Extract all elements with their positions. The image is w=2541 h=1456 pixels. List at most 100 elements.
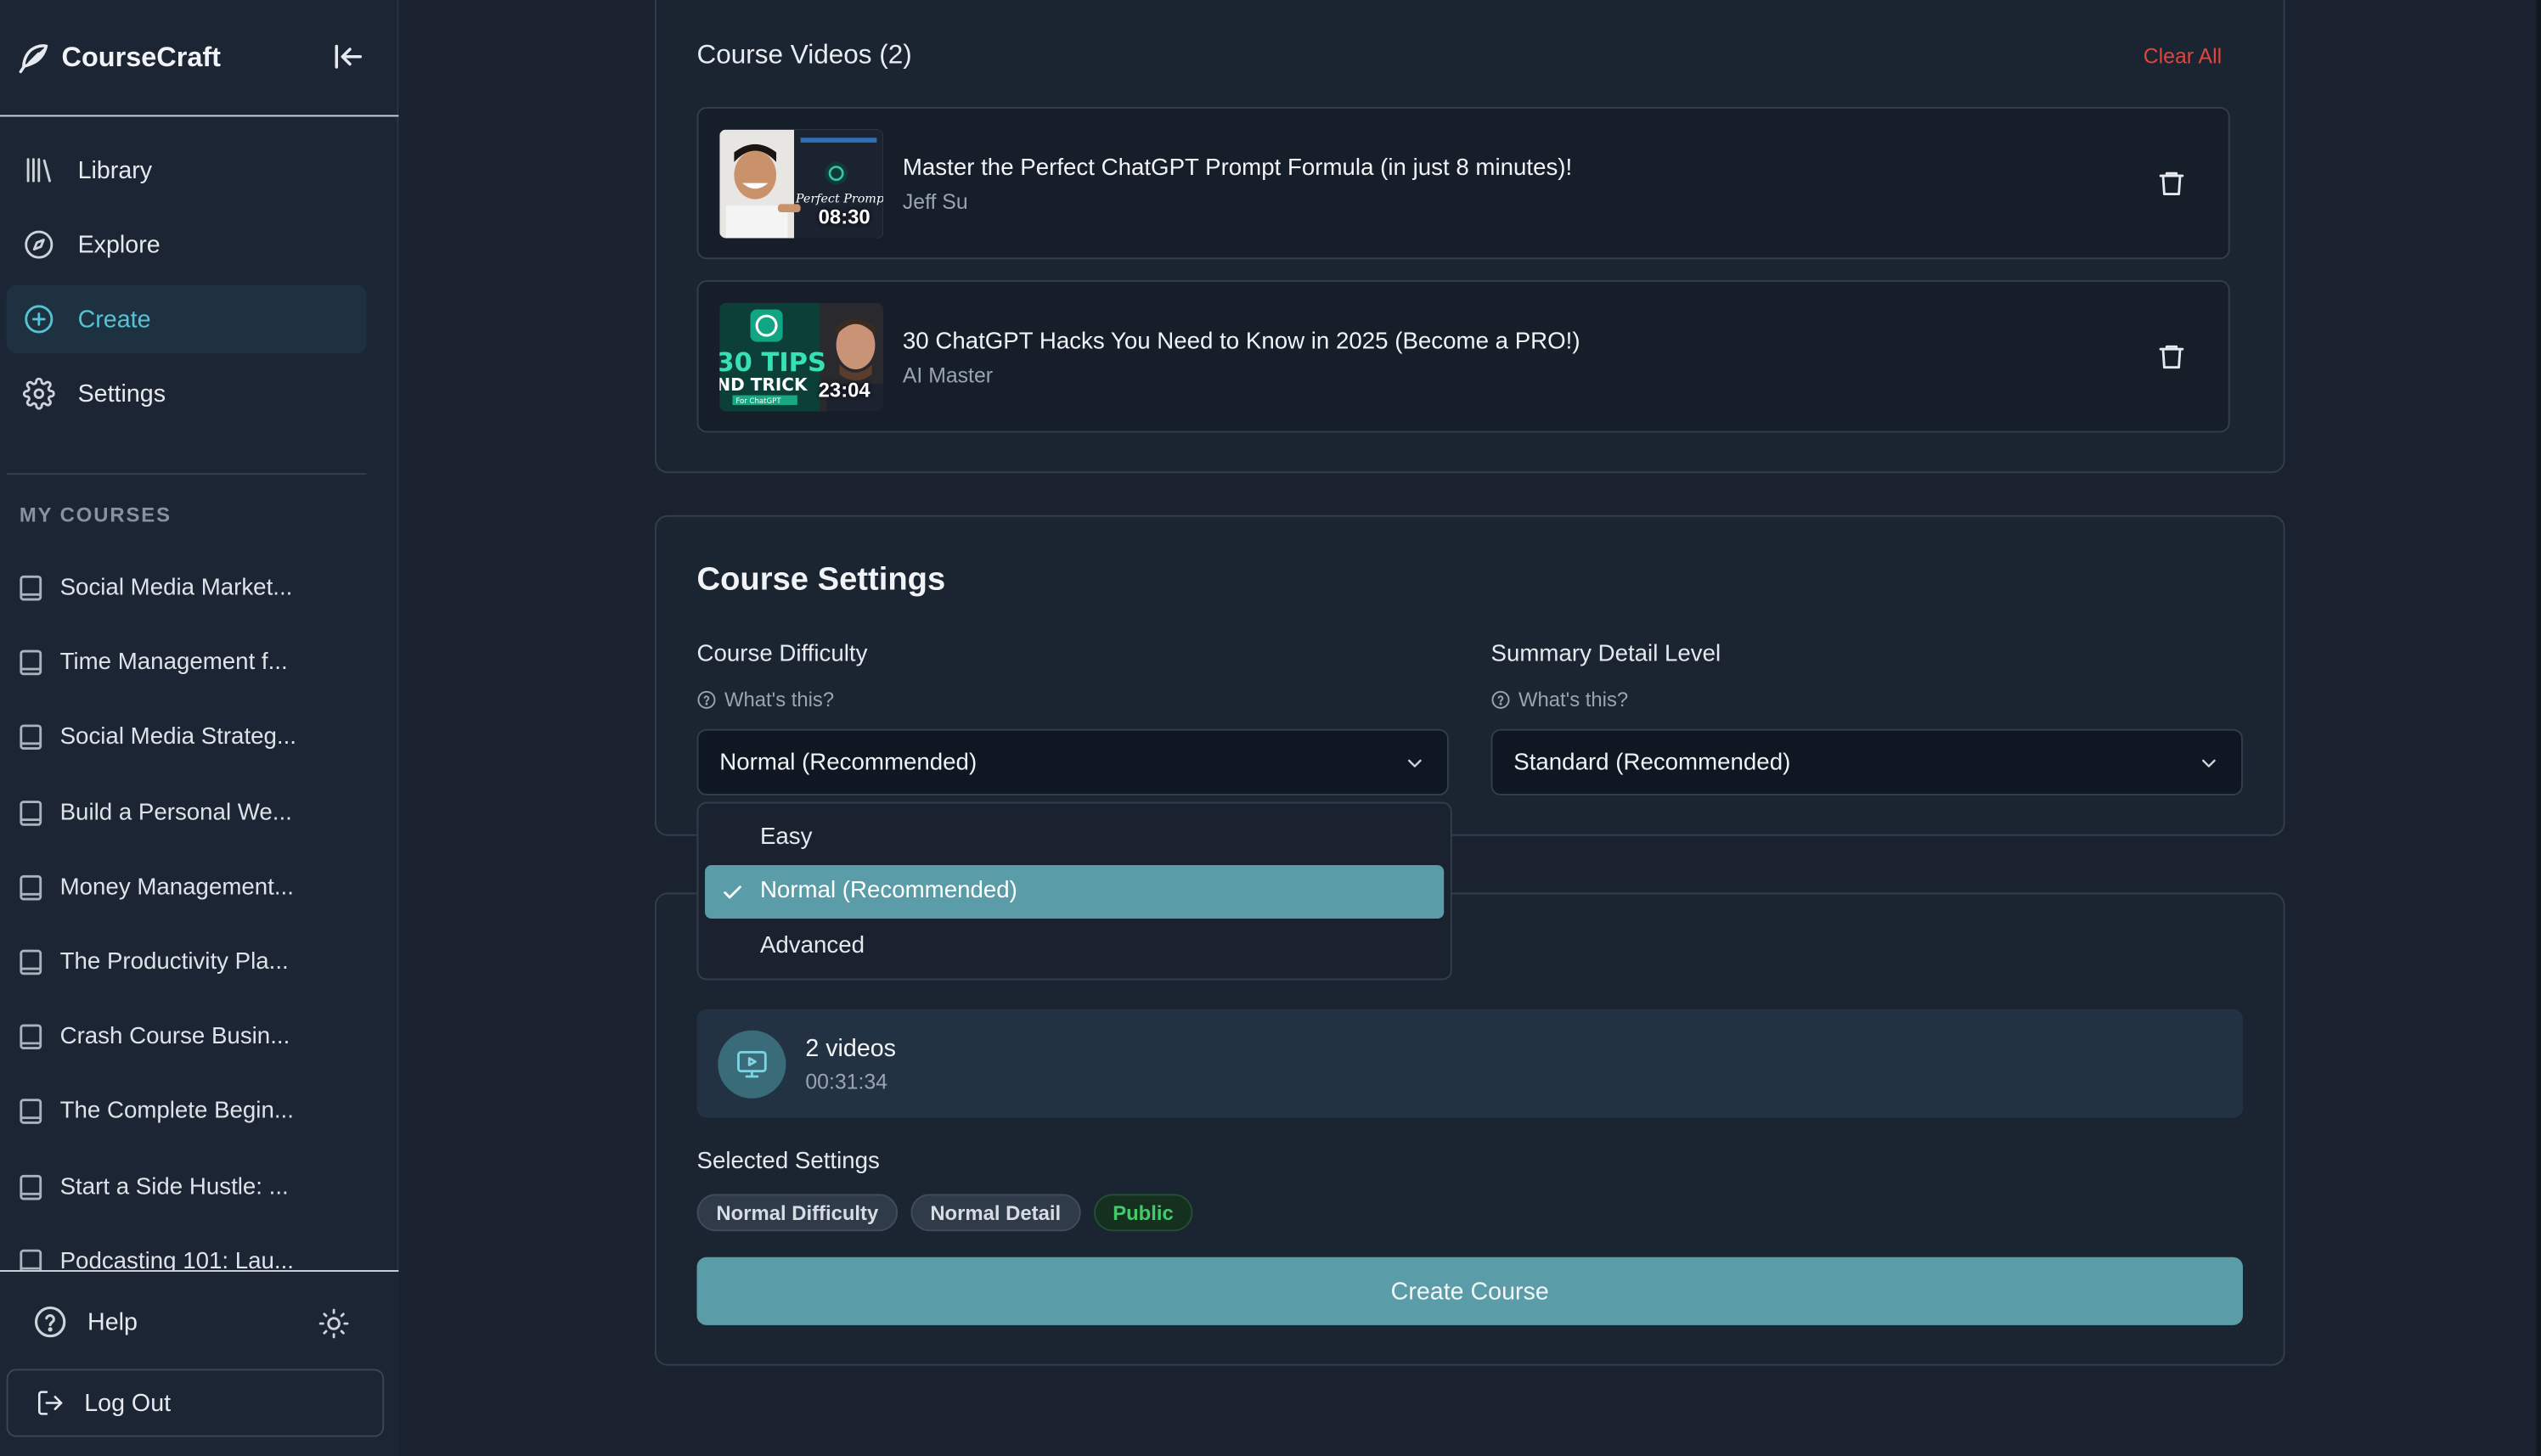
difficulty-help-link[interactable]: What's this?	[697, 688, 835, 711]
clear-all-button[interactable]: Clear All	[2144, 44, 2222, 69]
help-link[interactable]: Help	[32, 1304, 138, 1340]
difficulty-dropdown-menu: Easy Normal (Recommended) Advanced	[696, 801, 1452, 981]
trash-icon[interactable]	[2157, 168, 2186, 197]
book-icon	[20, 949, 42, 975]
app-name: CourseCraft	[61, 41, 221, 72]
trash-icon[interactable]	[2157, 342, 2186, 371]
detail-level-help-link[interactable]: What's this?	[1491, 688, 1629, 711]
logout-button[interactable]: Log Out	[6, 1369, 385, 1437]
video-thumbnail[interactable]: 30 TIPS ND TRICK For ChatGPT 23:04	[719, 302, 883, 412]
book-icon	[20, 800, 42, 826]
my-courses-heading: MY COURSES	[19, 503, 172, 527]
video-count: 2 videos	[805, 1035, 896, 1063]
detail-level-help-text: What's this?	[1518, 688, 1629, 711]
help-label: Help	[87, 1307, 138, 1336]
difficulty-select-value: Normal (Recommended)	[719, 749, 978, 776]
video-title: 30 ChatGPT Hacks You Need to Know in 202…	[902, 329, 1580, 355]
course-item[interactable]: The Complete Begin...	[20, 1075, 376, 1150]
nav-settings[interactable]: Settings	[7, 360, 367, 428]
book-icon	[20, 1174, 42, 1200]
book-icon	[20, 725, 42, 750]
course-videos-title: Course Videos (2)	[696, 40, 912, 70]
video-stats: 2 videos 00:31:34	[696, 1009, 2243, 1118]
course-title: Build a Personal We...	[59, 799, 292, 826]
main-content: Course Videos (2) Clear All Perfect Prom…	[398, 0, 2541, 1456]
logout-icon	[37, 1391, 63, 1415]
detail-level-label: Summary Detail Level	[1490, 641, 1721, 668]
course-title: Social Media Strateg...	[59, 724, 296, 751]
thumbnail-2-text-2: ND TRICK	[719, 374, 808, 395]
course-title: Time Management f...	[59, 649, 288, 677]
detail-badge: Normal Detail	[910, 1194, 1081, 1232]
difficulty-label: Course Difficulty	[696, 641, 868, 668]
selected-settings-title: Selected Settings	[696, 1148, 880, 1175]
course-item[interactable]: Crash Course Busin...	[20, 1000, 376, 1075]
course-item[interactable]: Build a Personal We...	[20, 775, 376, 850]
monitor-play-icon	[718, 1030, 786, 1099]
video-author: AI Master	[902, 363, 994, 388]
book-icon	[20, 650, 42, 676]
book-icon	[20, 874, 42, 901]
difficulty-option-easy[interactable]: Easy	[705, 810, 1444, 864]
chevron-down-icon	[2202, 759, 2216, 767]
course-settings-card: Course Settings Course Difficulty What's…	[654, 514, 2285, 836]
compass-icon	[23, 228, 55, 261]
check-icon	[724, 885, 741, 898]
nav-create-label: Create	[77, 305, 151, 334]
book-icon	[20, 1024, 42, 1050]
collapse-sidebar-icon[interactable]	[330, 39, 366, 75]
video-author: Jeff Su	[902, 189, 968, 214]
help-circle-icon	[697, 690, 716, 709]
course-title: Money Management...	[59, 874, 294, 901]
difficulty-badge: Normal Difficulty	[696, 1194, 899, 1232]
thumbnail-2-text-3: For ChatGPT	[735, 397, 781, 406]
difficulty-select[interactable]: Normal (Recommended)	[696, 728, 1449, 795]
option-label: Normal (Recommended)	[759, 878, 1017, 905]
help-circle-icon	[1491, 690, 1510, 709]
detail-level-select[interactable]: Standard (Recommended)	[1490, 728, 2243, 795]
selected-settings-badges: Normal Difficulty Normal Detail Public	[696, 1194, 1193, 1232]
create-course-button[interactable]: Create Course	[696, 1256, 2243, 1325]
feather-logo-icon	[19, 43, 48, 73]
course-title: The Complete Begin...	[59, 1099, 294, 1126]
book-icon	[20, 576, 42, 601]
nav-explore[interactable]: Explore	[7, 211, 367, 278]
thumbnail-1-text: Perfect Prompt	[795, 193, 883, 206]
nav-explore-label: Explore	[77, 230, 161, 259]
option-label: Easy	[759, 824, 813, 851]
nav-library[interactable]: Library	[7, 136, 367, 204]
nav-create[interactable]: Create	[6, 284, 367, 353]
main-nav: Library Explore Create Settings	[6, 136, 367, 434]
course-videos-card: Course Videos (2) Clear All Perfect Prom…	[654, 0, 2285, 474]
logout-label: Log Out	[84, 1389, 172, 1417]
course-title: Crash Course Busin...	[59, 1024, 290, 1050]
difficulty-option-normal[interactable]: Normal (Recommended)	[705, 864, 1445, 919]
course-item[interactable]: Money Management...	[20, 850, 376, 925]
video-title: Master the Perfect ChatGPT Prompt Formul…	[902, 155, 1573, 182]
course-item[interactable]: Social Media Market...	[20, 551, 376, 626]
course-title: Social Media Market...	[59, 575, 293, 602]
nav-divider	[6, 473, 367, 475]
nav-library-label: Library	[77, 156, 153, 184]
nav-settings-label: Settings	[77, 379, 166, 408]
option-label: Advanced	[759, 932, 865, 959]
course-item[interactable]: Start a Side Hustle: ...	[20, 1150, 376, 1224]
video-duration: 23:04	[818, 379, 870, 402]
visibility-badge: Public	[1093, 1194, 1193, 1232]
sun-icon[interactable]	[318, 1307, 350, 1340]
course-list: Social Media Market... Time Management f…	[20, 551, 376, 1299]
difficulty-option-advanced[interactable]: Advanced	[705, 919, 1444, 973]
course-item[interactable]: The Productivity Pla...	[20, 925, 376, 999]
book-icon	[20, 1099, 42, 1125]
video-duration: 08:30	[818, 205, 870, 229]
gear-icon	[22, 377, 55, 410]
window-edge	[2536, 0, 2541, 1456]
course-item[interactable]: Time Management f...	[20, 626, 376, 700]
brand-header: CourseCraft	[0, 0, 399, 117]
course-item[interactable]: Social Media Strateg...	[20, 700, 376, 775]
course-title: Start a Side Hustle: ...	[59, 1173, 289, 1200]
difficulty-help-text: What's this?	[724, 688, 835, 711]
video-thumbnail[interactable]: Perfect Prompt 08:30	[719, 129, 883, 239]
chevron-down-icon	[1407, 759, 1422, 767]
detail-level-select-value: Standard (Recommended)	[1513, 749, 1791, 776]
